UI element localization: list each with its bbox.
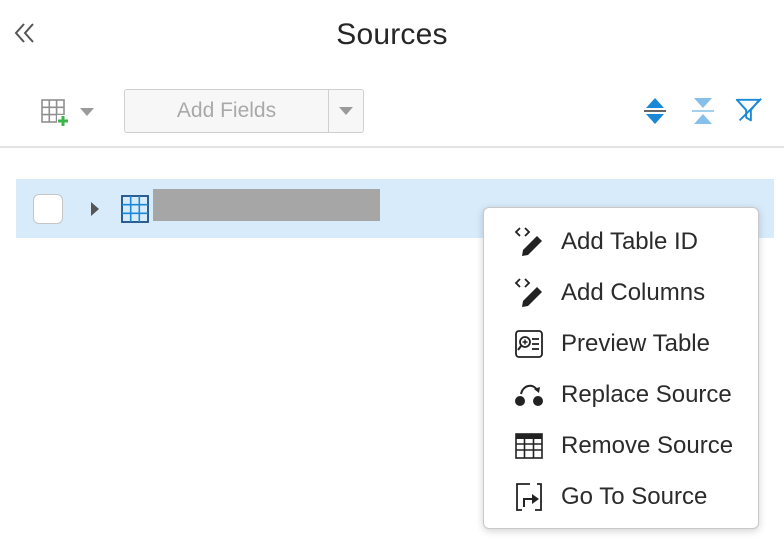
code-edit-icon — [512, 225, 546, 259]
add-fields-dropdown[interactable] — [329, 90, 363, 132]
filter-button[interactable] — [734, 95, 764, 127]
filter-icon — [735, 98, 762, 122]
collapse-all-icon — [692, 98, 714, 124]
menu-item-go-to-source[interactable]: Go To Source — [484, 473, 758, 521]
go-to-source-icon — [512, 480, 546, 514]
add-table-dropdown-button[interactable] — [38, 92, 102, 132]
menu-item-label: Go To Source — [561, 483, 708, 510]
redacted-source-name — [153, 189, 380, 221]
menu-item-add-table-id[interactable]: Add Table ID — [484, 218, 758, 266]
add-fields-button[interactable]: Add Fields — [125, 90, 329, 132]
menu-item-label: Remove Source — [561, 432, 734, 459]
page-title: Sources — [336, 18, 448, 51]
menu-item-add-columns[interactable]: Add Columns — [484, 269, 758, 317]
table-grid-icon — [121, 195, 149, 223]
menu-item-label: Preview Table — [561, 330, 710, 357]
menu-item-replace-source[interactable]: Replace Source — [484, 371, 758, 419]
menu-item-label: Add Table ID — [561, 228, 698, 255]
code-edit-icon — [512, 276, 546, 310]
caret-down-icon — [80, 108, 94, 116]
remove-source-icon — [512, 429, 546, 463]
menu-item-label: Replace Source — [561, 381, 732, 408]
add-fields-split-button[interactable]: Add Fields — [124, 89, 364, 133]
menu-item-preview-table[interactable]: Preview Table — [484, 320, 758, 368]
replace-source-icon — [512, 378, 546, 412]
toolbar-divider — [0, 146, 784, 148]
context-menu: Add Table ID Add Columns Preview Table R… — [483, 207, 759, 529]
table-add-icon — [41, 99, 69, 127]
collapse-all-button[interactable] — [688, 95, 718, 127]
expand-all-button[interactable] — [640, 95, 670, 127]
caret-right-icon[interactable] — [88, 198, 102, 220]
row-checkbox[interactable] — [33, 194, 63, 224]
menu-item-label: Add Columns — [561, 279, 706, 306]
caret-down-icon — [339, 107, 353, 115]
preview-table-icon — [512, 327, 546, 361]
expand-all-icon — [644, 98, 666, 124]
menu-item-remove-source[interactable]: Remove Source — [484, 422, 758, 470]
